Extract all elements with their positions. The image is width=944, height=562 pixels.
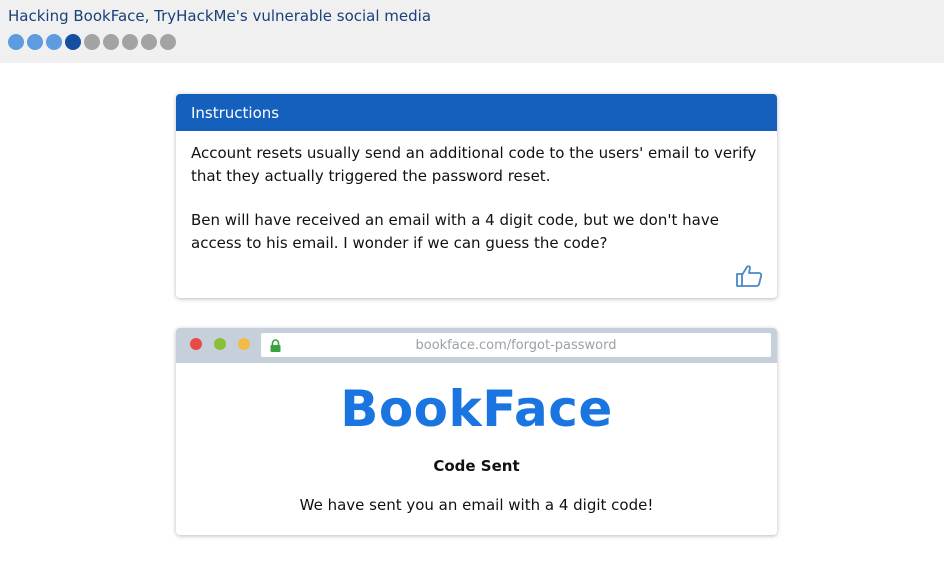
progress-step-dot[interactable] [103, 34, 119, 50]
code-sent-message: We have sent you an email with a 4 digit… [299, 496, 654, 514]
progress-indicator [8, 34, 176, 50]
instructions-body: Account resets usually send an additiona… [176, 131, 777, 255]
thumbs-up-icon[interactable] [735, 264, 763, 288]
instructions-heading: Instructions [176, 94, 777, 131]
close-window-dot[interactable] [190, 338, 202, 350]
bookface-logo: BookFace [340, 380, 613, 438]
instructions-paragraph: Account resets usually send an additiona… [191, 144, 757, 185]
progress-step-dot[interactable] [8, 34, 24, 50]
progress-step-dot[interactable] [27, 34, 43, 50]
instructions-paragraph: Ben will have received an email with a 4… [191, 211, 719, 252]
browser-window: bookface.com/forgot-password BookFace Co… [176, 328, 777, 535]
progress-step-dot[interactable] [46, 34, 62, 50]
progress-step-dot[interactable] [84, 34, 100, 50]
address-bar[interactable]: bookface.com/forgot-password [261, 333, 771, 357]
progress-step-dot[interactable] [122, 34, 138, 50]
minimize-window-dot[interactable] [238, 338, 250, 350]
webpage-content: BookFace Code Sent We have sent you an e… [176, 363, 777, 535]
code-sent-heading: Code Sent [433, 457, 520, 475]
progress-step-dot[interactable] [141, 34, 157, 50]
browser-toolbar: bookface.com/forgot-password [176, 328, 777, 363]
instructions-card: Instructions Account resets usually send… [176, 94, 777, 298]
address-bar-url: bookface.com/forgot-password [415, 338, 617, 353]
maximize-window-dot[interactable] [214, 338, 226, 350]
progress-step-dot[interactable] [65, 34, 81, 50]
top-bar: Hacking BookFace, TryHackMe's vulnerable… [0, 0, 944, 63]
page-title: Hacking BookFace, TryHackMe's vulnerable… [8, 7, 432, 25]
progress-step-dot[interactable] [160, 34, 176, 50]
